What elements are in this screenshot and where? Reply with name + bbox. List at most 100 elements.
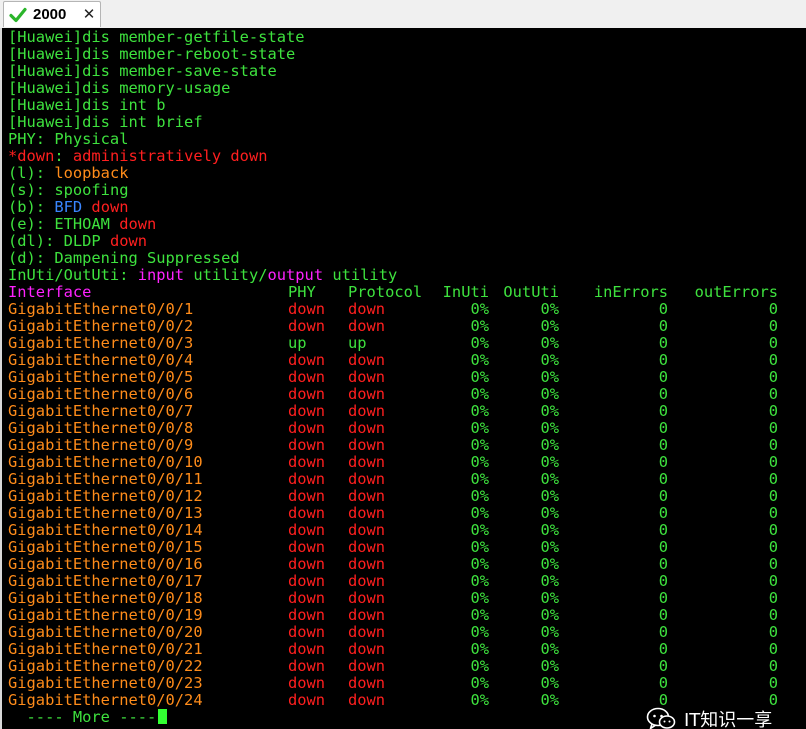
interface-name: GigabitEthernet0/0/24 — [8, 691, 203, 709]
inuti-value: 0% — [470, 436, 489, 454]
inuti-value: 0% — [470, 589, 489, 607]
outerrors-value: 0 — [768, 555, 778, 573]
table-row: GigabitEthernet0/0/3 up up 0% 0% 0 0 — [8, 335, 778, 352]
oututi-value: 0% — [540, 487, 559, 505]
phy-status: down — [288, 504, 326, 522]
outerrors-value: 0 — [768, 657, 778, 675]
terminal-output: [Huawei]dis member-getfile-state [Huawei… — [8, 28, 778, 726]
inerrors-value: 0 — [658, 674, 668, 692]
outerrors-value: 0 — [768, 419, 778, 437]
protocol-status: down — [348, 487, 386, 505]
interface-name: GigabitEthernet0/0/11 — [8, 470, 203, 488]
inuti-value: 0% — [470, 487, 489, 505]
table-row: GigabitEthernet0/0/17 down down 0% 0% 0 0 — [8, 572, 778, 590]
legend-ethoam: (e): ETHOAM down — [8, 216, 397, 233]
inerrors-value: 0 — [658, 317, 668, 335]
watermark: IT知识一享 — [646, 704, 772, 729]
inerrors-value: 0 — [658, 623, 668, 641]
header-inuti: InUti — [442, 283, 489, 301]
phy-status: down — [288, 606, 326, 624]
oututi-value: 0% — [540, 674, 559, 692]
phy-status: down — [288, 691, 326, 709]
inerrors-value: 0 — [658, 351, 668, 369]
table-row: GigabitEthernet0/0/12 down down 0% 0% 0 0 — [8, 487, 778, 505]
legend-bfd: (b): BFD down — [8, 199, 397, 216]
phy-status: down — [288, 538, 326, 556]
interface-name: GigabitEthernet0/0/7 — [8, 402, 194, 420]
legend-suffix: utility — [323, 266, 398, 284]
outerrors-value: 0 — [768, 334, 778, 352]
outerrors-value: 0 — [768, 470, 778, 488]
inuti-value: 0% — [470, 317, 489, 335]
table-row: GigabitEthernet0/0/19 down down 0% 0% 0 0 — [8, 606, 778, 624]
legend-key: (s): — [8, 181, 55, 199]
more-prompt: ---- More ---- — [8, 709, 397, 726]
table-row: GigabitEthernet0/0/1 down down 0% 0% 0 0 — [8, 300, 778, 318]
inerrors-value: 0 — [658, 487, 668, 505]
oututi-value: 0% — [540, 317, 559, 335]
legend-desc: spoofing — [54, 181, 129, 199]
legend-key: (dl): DLDP — [8, 232, 101, 250]
outerrors-value: 0 — [768, 606, 778, 624]
header-inerrors: inErrors — [593, 283, 668, 301]
text-cursor — [158, 709, 168, 724]
inerrors-value: 0 — [658, 436, 668, 454]
interface-name: GigabitEthernet0/0/23 — [8, 674, 203, 692]
table-row: GigabitEthernet0/0/14 down down 0% 0% 0 0 — [8, 522, 778, 539]
interface-name: GigabitEthernet0/0/12 — [8, 487, 203, 505]
phy-status: down — [288, 419, 326, 437]
inerrors-value: 0 — [658, 640, 668, 658]
legend-admin-down: *down: administratively down — [8, 148, 397, 165]
close-icon[interactable]: ✕ — [80, 5, 98, 23]
inerrors-value: 0 — [658, 419, 668, 437]
table-row: GigabitEthernet0/0/9 down down 0% 0% 0 0 — [8, 436, 778, 454]
oututi-value: 0% — [540, 657, 559, 675]
interface-name: GigabitEthernet0/0/5 — [8, 368, 194, 386]
command-line: [Huawei]dis int brief — [8, 113, 203, 131]
oututi-value: 0% — [540, 351, 559, 369]
protocol-status: down — [348, 623, 386, 641]
table-row: GigabitEthernet0/0/22 down down 0% 0% 0 0 — [8, 657, 778, 675]
session-tab[interactable]: 2000 ✕ — [3, 1, 101, 27]
legend-key: *down — [8, 147, 55, 165]
table-row: GigabitEthernet0/0/4 down down 0% 0% 0 0 — [8, 352, 778, 369]
protocol-status: down — [348, 589, 386, 607]
table-row: GigabitEthernet0/0/11 down down 0% 0% 0 0 — [8, 470, 778, 488]
oututi-value: 0% — [540, 368, 559, 386]
terminal-screen[interactable]: [Huawei]dis member-getfile-state [Huawei… — [0, 28, 806, 729]
inuti-value: 0% — [470, 470, 489, 488]
legend-desc: loopback — [54, 164, 129, 182]
interface-name: GigabitEthernet0/0/19 — [8, 606, 203, 624]
inuti-value: 0% — [470, 623, 489, 641]
legend-desc: BFD — [54, 198, 83, 216]
legend-input: input — [137, 266, 185, 284]
command-line: [Huawei]dis member-getfile-state — [8, 28, 305, 46]
interface-table-body: GigabitEthernet0/0/1 down down 0% 0% 0 0 Gigabi… — [8, 300, 778, 709]
protocol-status: down — [348, 555, 386, 573]
protocol-status: down — [348, 317, 386, 335]
interface-name: GigabitEthernet0/0/1 — [8, 300, 194, 318]
interface-name: GigabitEthernet0/0/22 — [8, 657, 203, 675]
inerrors-value: 0 — [658, 555, 668, 573]
table-header: Interface PHY Protocol InUti OutUti inEr… — [8, 284, 778, 301]
legend-phy: PHY: Physical — [8, 130, 129, 148]
table-row: GigabitEthernet0/0/13 down down 0% 0% 0 0 — [8, 504, 778, 522]
wechat-icon — [646, 707, 676, 729]
inerrors-value: 0 — [658, 453, 668, 471]
protocol-status: down — [348, 436, 386, 454]
inerrors-value: 0 — [658, 470, 668, 488]
inerrors-value: 0 — [658, 334, 668, 352]
protocol-status: down — [348, 470, 386, 488]
more-text: ---- More ---- — [8, 708, 157, 726]
inuti-value: 0% — [470, 385, 489, 403]
inuti-value: 0% — [470, 334, 489, 352]
outerrors-value: 0 — [768, 504, 778, 522]
table-row: GigabitEthernet0/0/24 down down 0% 0% 0 0 — [8, 691, 778, 709]
oututi-value: 0% — [540, 691, 559, 709]
phy-status: down — [288, 487, 326, 505]
legend-desc-down: down — [82, 198, 129, 216]
legend-output: output — [267, 266, 324, 284]
interface-name: GigabitEthernet0/0/17 — [8, 572, 203, 590]
table-row: GigabitEthernet0/0/7 down down 0% 0% 0 0 — [8, 402, 778, 420]
interface-name: GigabitEthernet0/0/18 — [8, 589, 203, 607]
